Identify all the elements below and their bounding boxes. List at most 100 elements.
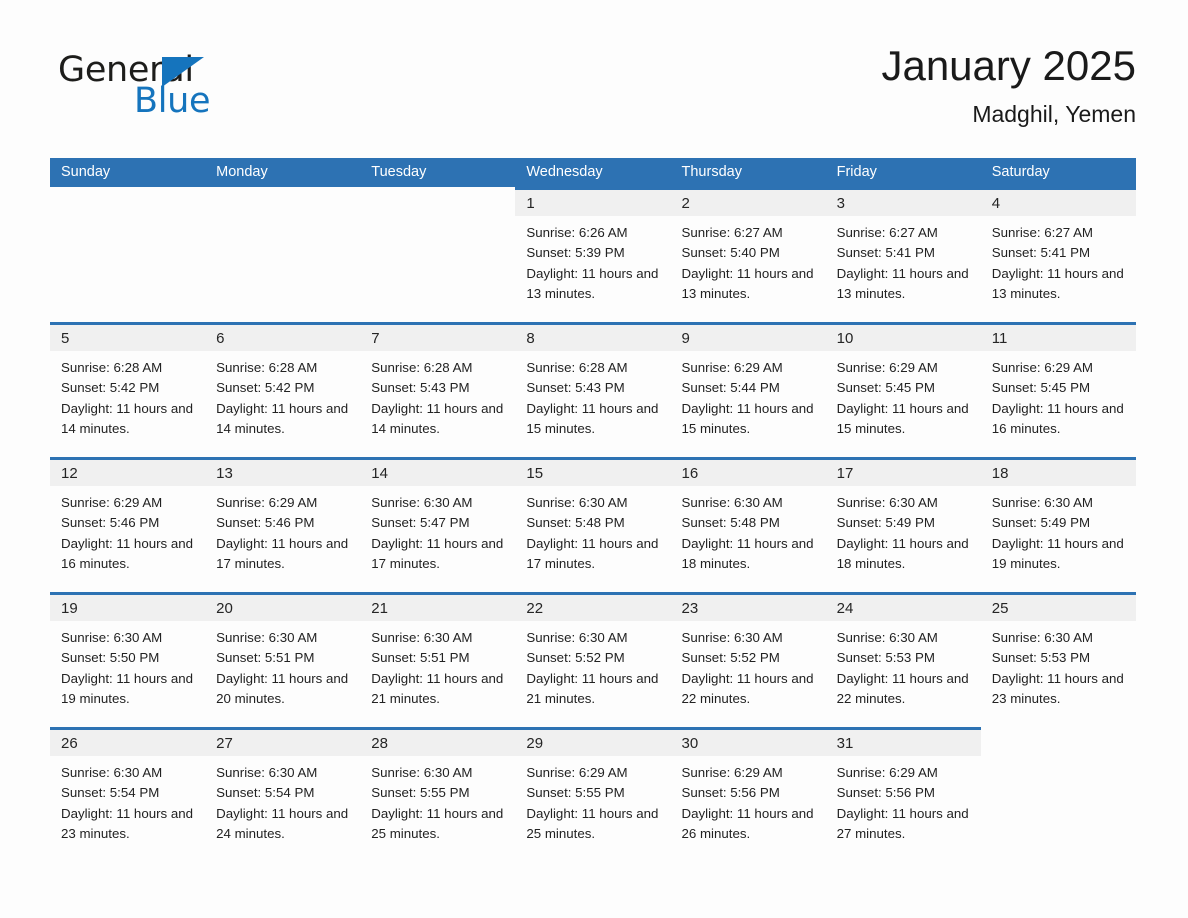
- daylight-text: Daylight: 11 hours and 13 minutes.: [526, 265, 659, 301]
- day-number-band: 1: [515, 187, 671, 216]
- daylight-text: Daylight: 11 hours and 25 minutes.: [371, 805, 504, 841]
- sunrise-text: Sunrise: 6:30 AM: [371, 765, 473, 780]
- sunrise-text: Sunrise: 6:30 AM: [836, 495, 938, 510]
- daylight-text: Daylight: 11 hours and 14 minutes.: [216, 400, 349, 436]
- daylight-text: Daylight: 11 hours and 15 minutes.: [836, 400, 969, 436]
- calendar-day-cell[interactable]: 13 Sunrise: 6:29 AM Sunset: 5:46 PM Dayligh…: [205, 457, 361, 592]
- calendar-weeks: 1 Sunrise: 6:26 AM Sunset: 5:39 PM Daylight…: [50, 187, 1136, 862]
- sunset-text: Sunset: 5:42 PM: [216, 380, 315, 396]
- calendar-day-cell[interactable]: 24 Sunrise: 6:30 AM Sunset: 5:53 PM Dayligh…: [825, 592, 981, 727]
- sunrise-text: Sunrise: 6:30 AM: [61, 765, 163, 780]
- calendar-day-cell[interactable]: 28 Sunrise: 6:30 AM Sunset: 5:55 PM Dayligh…: [360, 727, 516, 862]
- day-number: 12: [61, 465, 78, 482]
- calendar-day-cell[interactable]: 9 Sunrise: 6:29 AM Sunset: 5:44 PM Daylight…: [670, 322, 826, 457]
- day-number-band: 25: [980, 592, 1136, 621]
- calendar-day-cell[interactable]: 19 Sunrise: 6:30 AM Sunset: 5:50 PM Dayligh…: [50, 592, 206, 727]
- calendar-day-cell[interactable]: 3 Sunrise: 6:27 AM Sunset: 5:41 PM Daylight…: [825, 187, 981, 322]
- sunset-text: Sunset: 5:55 PM: [371, 785, 470, 801]
- weekday-header-monday: Monday: [216, 164, 268, 180]
- daylight-text: Daylight: 11 hours and 19 minutes.: [991, 535, 1124, 571]
- day-info: Sunrise: 6:30 AM Sunset: 5:49 PM Daylight:…: [826, 486, 981, 574]
- sunset-text: Sunset: 5:41 PM: [991, 245, 1091, 261]
- calendar-day-cell[interactable]: 29 Sunrise: 6:29 AM Sunset: 5:55 PM Dayligh…: [515, 727, 671, 862]
- sunset-text: Sunset: 5:43 PM: [371, 380, 470, 396]
- calendar-day-cell[interactable]: 1 Sunrise: 6:26 AM Sunset: 5:39 PM Daylight…: [515, 187, 671, 322]
- day-number: 31: [836, 735, 854, 752]
- calendar-day-cell[interactable]: 11 Sunrise: 6:29 AM Sunset: 5:45 PM Dayligh…: [980, 322, 1136, 457]
- daylight-text: Daylight: 11 hours and 22 minutes.: [681, 670, 814, 706]
- calendar-day-cell[interactable]: 23 Sunrise: 6:30 AM Sunset: 5:52 PM Dayligh…: [670, 592, 826, 727]
- day-number: 10: [836, 330, 854, 347]
- day-number-band: 13: [205, 457, 361, 486]
- sunrise-text: Sunrise: 6:30 AM: [216, 765, 318, 780]
- daylight-text: Daylight: 11 hours and 13 minutes.: [991, 265, 1124, 301]
- day-info: Sunrise: 6:30 AM Sunset: 5:47 PM Daylight:…: [360, 486, 515, 574]
- day-number-band: 31: [825, 727, 981, 756]
- sunrise-text: Sunrise: 6:30 AM: [371, 495, 473, 510]
- calendar-day-cell[interactable]: 12 Sunrise: 6:29 AM Sunset: 5:46 PM Dayligh…: [50, 457, 206, 592]
- calendar-day-cell[interactable]: 25 Sunrise: 6:30 AM Sunset: 5:53 PM Dayligh…: [980, 592, 1136, 727]
- weekday-header-tuesday: Tuesday: [371, 164, 427, 180]
- calendar-day-cell[interactable]: 16 Sunrise: 6:30 AM Sunset: 5:48 PM Dayligh…: [670, 457, 826, 592]
- calendar-day-cell[interactable]: 6 Sunrise: 6:28 AM Sunset: 5:42 PM Daylight…: [205, 322, 361, 457]
- sunrise-text: Sunrise: 6:30 AM: [991, 630, 1094, 645]
- calendar-day-cell[interactable]: 8 Sunrise: 6:28 AM Sunset: 5:43 PM Daylight…: [515, 322, 671, 457]
- daylight-text: Daylight: 11 hours and 17 minutes.: [371, 535, 504, 571]
- calendar-day-cell[interactable]: 22 Sunrise: 6:30 AM Sunset: 5:52 PM Dayligh…: [515, 592, 671, 727]
- day-number-band: 17: [825, 457, 981, 486]
- sunrise-text: Sunrise: 6:29 AM: [681, 360, 783, 375]
- calendar-day-cell[interactable]: 2 Sunrise: 6:27 AM Sunset: 5:40 PM Daylight…: [670, 187, 826, 322]
- day-info: Sunrise: 6:30 AM Sunset: 5:49 PM Daylight:…: [981, 486, 1136, 574]
- day-number-band: 10: [825, 322, 981, 351]
- day-number-band: 20: [205, 592, 361, 621]
- weekday-header-sunday: Sunday: [61, 164, 111, 180]
- calendar-day-cell[interactable]: 14 Sunrise: 6:30 AM Sunset: 5:47 PM Dayligh…: [360, 457, 516, 592]
- day-info: Sunrise: 6:27 AM Sunset: 5:41 PM Daylight:…: [826, 216, 981, 304]
- day-number-band: 18: [980, 457, 1136, 486]
- weekday-header-saturday: Saturday: [991, 164, 1050, 180]
- day-number-band: 6: [205, 322, 361, 351]
- calendar-day-cell[interactable]: 7 Sunrise: 6:28 AM Sunset: 5:43 PM Daylight…: [360, 322, 516, 457]
- calendar-day-cell[interactable]: 20 Sunrise: 6:30 AM Sunset: 5:51 PM Dayligh…: [205, 592, 361, 727]
- day-number: 14: [371, 465, 388, 482]
- daylight-text: Daylight: 11 hours and 24 minutes.: [216, 805, 349, 841]
- day-number: 29: [526, 735, 544, 752]
- day-info: Sunrise: 6:30 AM Sunset: 5:53 PM Daylight:…: [981, 621, 1136, 709]
- daylight-text: Daylight: 11 hours and 23 minutes.: [61, 805, 194, 841]
- day-info: Sunrise: 6:30 AM Sunset: 5:52 PM Daylight:…: [671, 621, 826, 709]
- title-block: January 2025 Madghil, Yemen: [881, 40, 1136, 129]
- calendar-day-cell[interactable]: 4 Sunrise: 6:27 AM Sunset: 5:41 PM Daylight…: [980, 187, 1136, 322]
- daylight-text: Daylight: 11 hours and 25 minutes.: [526, 805, 659, 841]
- sunset-text: Sunset: 5:51 PM: [216, 650, 315, 666]
- sunrise-text: Sunrise: 6:29 AM: [836, 360, 938, 375]
- calendar-day-cell[interactable]: 26 Sunrise: 6:30 AM Sunset: 5:54 PM Dayligh…: [50, 727, 206, 862]
- day-info: Sunrise: 6:29 AM Sunset: 5:45 PM Daylight:…: [981, 351, 1136, 439]
- day-number: 3: [836, 195, 845, 212]
- daylight-text: Daylight: 11 hours and 14 minutes.: [371, 400, 504, 436]
- calendar-day-cell-empty: [980, 727, 1136, 862]
- daylight-text: Daylight: 11 hours and 23 minutes.: [991, 670, 1124, 706]
- sunrise-text: Sunrise: 6:27 AM: [681, 225, 783, 240]
- calendar-day-cell[interactable]: 15 Sunrise: 6:30 AM Sunset: 5:48 PM Dayligh…: [515, 457, 671, 592]
- sunrise-text: Sunrise: 6:29 AM: [681, 765, 783, 780]
- calendar-day-cell[interactable]: 17 Sunrise: 6:30 AM Sunset: 5:49 PM Dayligh…: [825, 457, 981, 592]
- sunrise-text: Sunrise: 6:30 AM: [681, 495, 783, 510]
- calendar-day-cell[interactable]: 30 Sunrise: 6:29 AM Sunset: 5:56 PM Dayligh…: [670, 727, 826, 862]
- sunset-text: Sunset: 5:46 PM: [216, 515, 315, 531]
- calendar-day-cell[interactable]: 10 Sunrise: 6:29 AM Sunset: 5:45 PM Dayligh…: [825, 322, 981, 457]
- sunrise-text: Sunrise: 6:29 AM: [991, 360, 1094, 375]
- calendar-day-cell[interactable]: 21 Sunrise: 6:30 AM Sunset: 5:51 PM Dayligh…: [360, 592, 516, 727]
- general-blue-logo[interactable]: General Blue: [58, 50, 318, 130]
- calendar-day-cell[interactable]: 18 Sunrise: 6:30 AM Sunset: 5:49 PM Dayligh…: [980, 457, 1136, 592]
- day-number: 27: [216, 735, 233, 752]
- day-number-band: 5: [50, 322, 206, 351]
- sunset-text: Sunset: 5:40 PM: [681, 245, 780, 261]
- sunset-text: Sunset: 5:56 PM: [681, 785, 780, 801]
- calendar-day-cell[interactable]: 5 Sunrise: 6:28 AM Sunset: 5:42 PM Daylight…: [50, 322, 206, 457]
- location-subtitle: Madghil, Yemen: [972, 101, 1136, 127]
- weekday-header-friday: Friday: [836, 164, 877, 180]
- day-number: 21: [371, 600, 388, 617]
- sunset-text: Sunset: 5:50 PM: [61, 650, 160, 666]
- calendar-day-cell[interactable]: 27 Sunrise: 6:30 AM Sunset: 5:54 PM Dayligh…: [205, 727, 361, 862]
- calendar-day-cell[interactable]: 31 Sunrise: 6:29 AM Sunset: 5:56 PM Dayligh…: [825, 727, 981, 862]
